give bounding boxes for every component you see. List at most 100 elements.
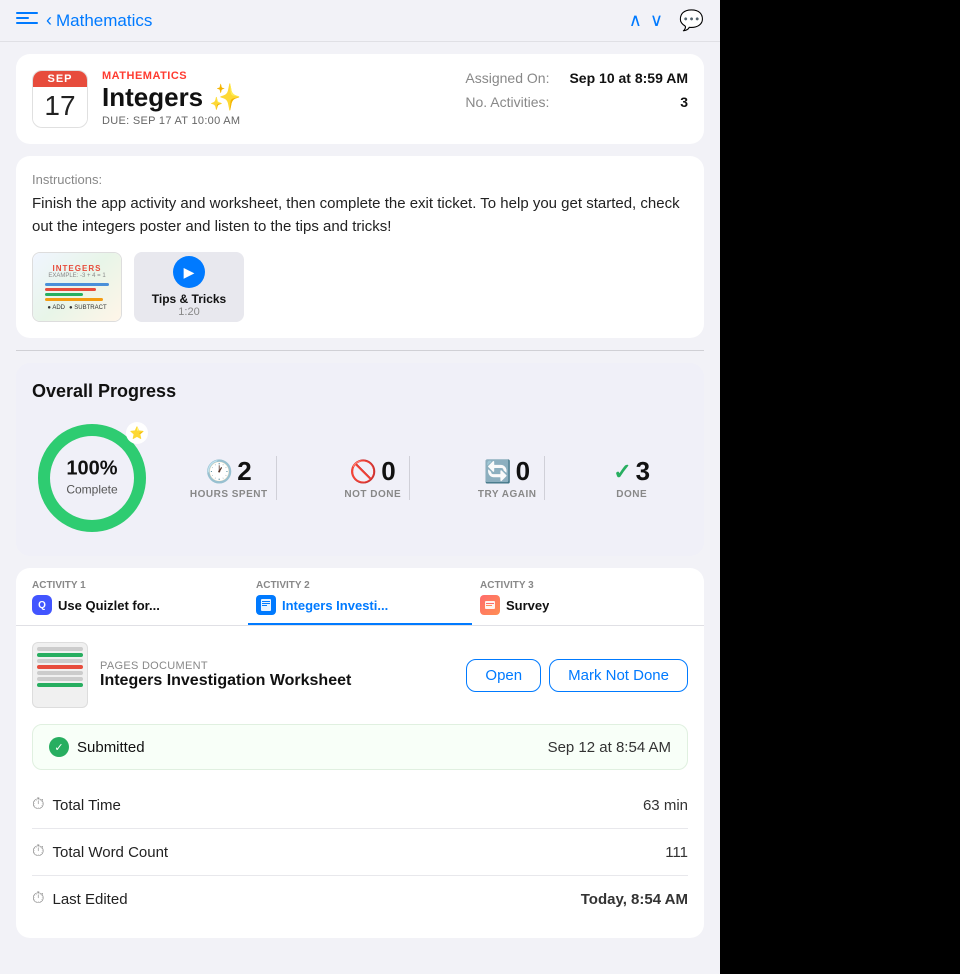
quizlet-icon: Q: [32, 595, 52, 615]
back-button[interactable]: ‹ Mathematics: [46, 10, 152, 31]
due-date: DUE: SEP 17 AT 10:00 AM: [102, 115, 242, 127]
assigned-on-label: Assigned On:: [465, 70, 549, 86]
thumb-line-1: [37, 647, 83, 651]
last-edited-label: Last Edited: [52, 891, 127, 908]
play-button-icon[interactable]: ▶: [173, 256, 205, 288]
tab-3-header: ACTIVITY 3: [480, 580, 534, 591]
stat-notdone-value: 🚫 0: [344, 456, 401, 487]
assigned-on-value: Sep 10 at 8:59 AM: [569, 70, 688, 86]
stat-notdone-label: NOT DONE: [344, 489, 401, 500]
last-edited-left: ⏱ Last Edited: [32, 890, 128, 908]
no-activities-value: 3: [680, 94, 688, 110]
stat-hours-value: 🕐 2: [190, 456, 268, 487]
no-activities-row: No. Activities: 3: [465, 94, 688, 110]
tab-1-name: Use Quizlet for...: [58, 598, 160, 613]
no-activities-label: No. Activities:: [465, 94, 549, 110]
back-label: Mathematics: [56, 11, 152, 31]
stat-tryagain-value: 🔄 0: [478, 456, 537, 487]
mark-not-done-button[interactable]: Mark Not Done: [549, 659, 688, 692]
document-thumbnail: [32, 642, 88, 708]
nav-up-arrow-icon[interactable]: ∧: [629, 10, 642, 31]
word-count-left: ⏱ Total Word Count: [32, 843, 168, 861]
tab-activity-1[interactable]: ACTIVITY 1 Q Use Quizlet for...: [24, 568, 248, 625]
stat-try-again: 🔄 0 TRY AGAIN: [470, 456, 546, 500]
thumb-line-6: [37, 677, 83, 681]
submitted-date: Sep 12 at 8:54 AM: [548, 739, 671, 756]
back-chevron-icon: ‹: [46, 10, 52, 31]
stat-hours-label: HOURS SPENT: [190, 489, 268, 500]
doc-icon: [256, 595, 276, 615]
nav-arrows: ∧ ∨: [629, 10, 663, 31]
document-info: PAGES DOCUMENT Integers Investigation Wo…: [100, 660, 454, 690]
comment-icon[interactable]: 💬: [679, 8, 704, 33]
sidebar-toggle-button[interactable]: [16, 12, 38, 30]
calendar-icon: SEP 17: [32, 70, 88, 128]
total-time-label: Total Time: [52, 797, 120, 814]
open-button[interactable]: Open: [466, 659, 541, 692]
tab-2-num: ACTIVITY 2: [256, 580, 310, 591]
done-icon: ✓: [613, 459, 631, 485]
tab-3-num: ACTIVITY 3: [480, 580, 534, 591]
nav-down-arrow-icon[interactable]: ∨: [650, 10, 663, 31]
info-rows: ⏱ Total Time 63 min ⏱ Total Word Count 1…: [32, 782, 688, 922]
video-title: Tips & Tricks: [152, 292, 226, 306]
submitted-row: ✓ Submitted Sep 12 at 8:54 AM: [32, 724, 688, 770]
info-row-total-time: ⏱ Total Time 63 min: [32, 782, 688, 828]
right-panel: [720, 0, 960, 974]
submitted-label: Submitted: [77, 739, 145, 756]
instructions-text: Finish the app activity and worksheet, t…: [32, 193, 688, 238]
assignment-title: Integers ✨: [102, 82, 242, 113]
tab-1-header: ACTIVITY 1: [32, 580, 86, 591]
poster-attachment[interactable]: INTEGERS EXAMPLE: -3 + 4 = 1 ● ADD● SUBT…: [32, 252, 122, 322]
activity-content: PAGES DOCUMENT Integers Investigation Wo…: [16, 626, 704, 938]
tab-2-header: ACTIVITY 2: [256, 580, 310, 591]
thumb-line-5: [37, 671, 83, 675]
last-edited-value: Today, 8:54 AM: [581, 891, 688, 908]
activities-section: ACTIVITY 1 Q Use Quizlet for... ACTIVITY…: [16, 568, 704, 938]
header-right: ∧ ∨ 💬: [629, 8, 704, 33]
instructions-section: Instructions: Finish the app activity an…: [16, 156, 704, 338]
thumb-line-2: [37, 653, 83, 657]
activity-tabs: ACTIVITY 1 Q Use Quizlet for... ACTIVITY…: [16, 568, 704, 626]
tab-2-name: Integers Investi...: [282, 598, 388, 613]
tryagain-icon: 🔄: [484, 459, 511, 485]
tab-1-num: ACTIVITY 1: [32, 580, 86, 591]
donut-percentage: 100%: [66, 458, 117, 481]
stat-done-label: DONE: [613, 489, 650, 500]
word-count-value: 111: [665, 844, 688, 861]
stat-done-value: ✓ 3: [613, 456, 650, 487]
progress-row: 100% Complete ⭐ 🕐 2 HOURS SPENT: [32, 418, 688, 538]
tab-activity-2[interactable]: ACTIVITY 2 Integers Investi...: [248, 568, 472, 625]
title-emoji: ✨: [209, 82, 241, 113]
document-actions: Open Mark Not Done: [466, 659, 688, 692]
instructions-label: Instructions:: [32, 172, 688, 187]
stat-done: ✓ 3 DONE: [605, 456, 658, 500]
star-badge: ⭐: [126, 422, 148, 444]
thumb-line-4: [37, 665, 83, 669]
donut-chart: 100% Complete ⭐: [32, 418, 152, 538]
attachments: INTEGERS EXAMPLE: -3 + 4 = 1 ● ADD● SUBT…: [32, 252, 688, 322]
submitted-left: ✓ Submitted: [49, 737, 145, 757]
stat-tryagain-label: TRY AGAIN: [478, 489, 537, 500]
info-row-word-count: ⏱ Total Word Count 111: [32, 828, 688, 875]
check-circle-icon: ✓: [49, 737, 69, 757]
stats-grid: 🕐 2 HOURS SPENT 🚫 0 NOT DONE: [152, 456, 688, 500]
clock-icon: 🕐: [206, 459, 233, 485]
thumb-line-7: [37, 683, 83, 687]
tab-3-name: Survey: [506, 598, 549, 613]
main-panel: ‹ Mathematics ∧ ∨ 💬 SEP 17 MATHEM: [0, 0, 720, 974]
assignment-card: SEP 17 MATHEMATICS Integers ✨ DUE: SEP 1…: [16, 54, 704, 144]
word-count-label: Total Word Count: [52, 844, 168, 861]
video-attachment[interactable]: ▶ Tips & Tricks 1:20: [134, 252, 244, 322]
donut-label: Complete: [66, 483, 117, 497]
assigned-on-row: Assigned On: Sep 10 at 8:59 AM: [465, 70, 688, 86]
header: ‹ Mathematics ∧ ∨ 💬: [0, 0, 720, 42]
calendar-day: 17: [33, 87, 87, 123]
progress-section: Overall Progress 100% Complete ⭐: [16, 363, 704, 556]
tab-activity-3[interactable]: ACTIVITY 3 Survey: [472, 568, 696, 625]
poster-image: INTEGERS EXAMPLE: -3 + 4 = 1 ● ADD● SUBT…: [33, 253, 121, 321]
video-duration: 1:20: [178, 306, 199, 318]
thumb-line-3: [37, 659, 83, 663]
poster-title: INTEGERS: [53, 264, 102, 273]
stat-not-done: 🚫 0 NOT DONE: [336, 456, 410, 500]
